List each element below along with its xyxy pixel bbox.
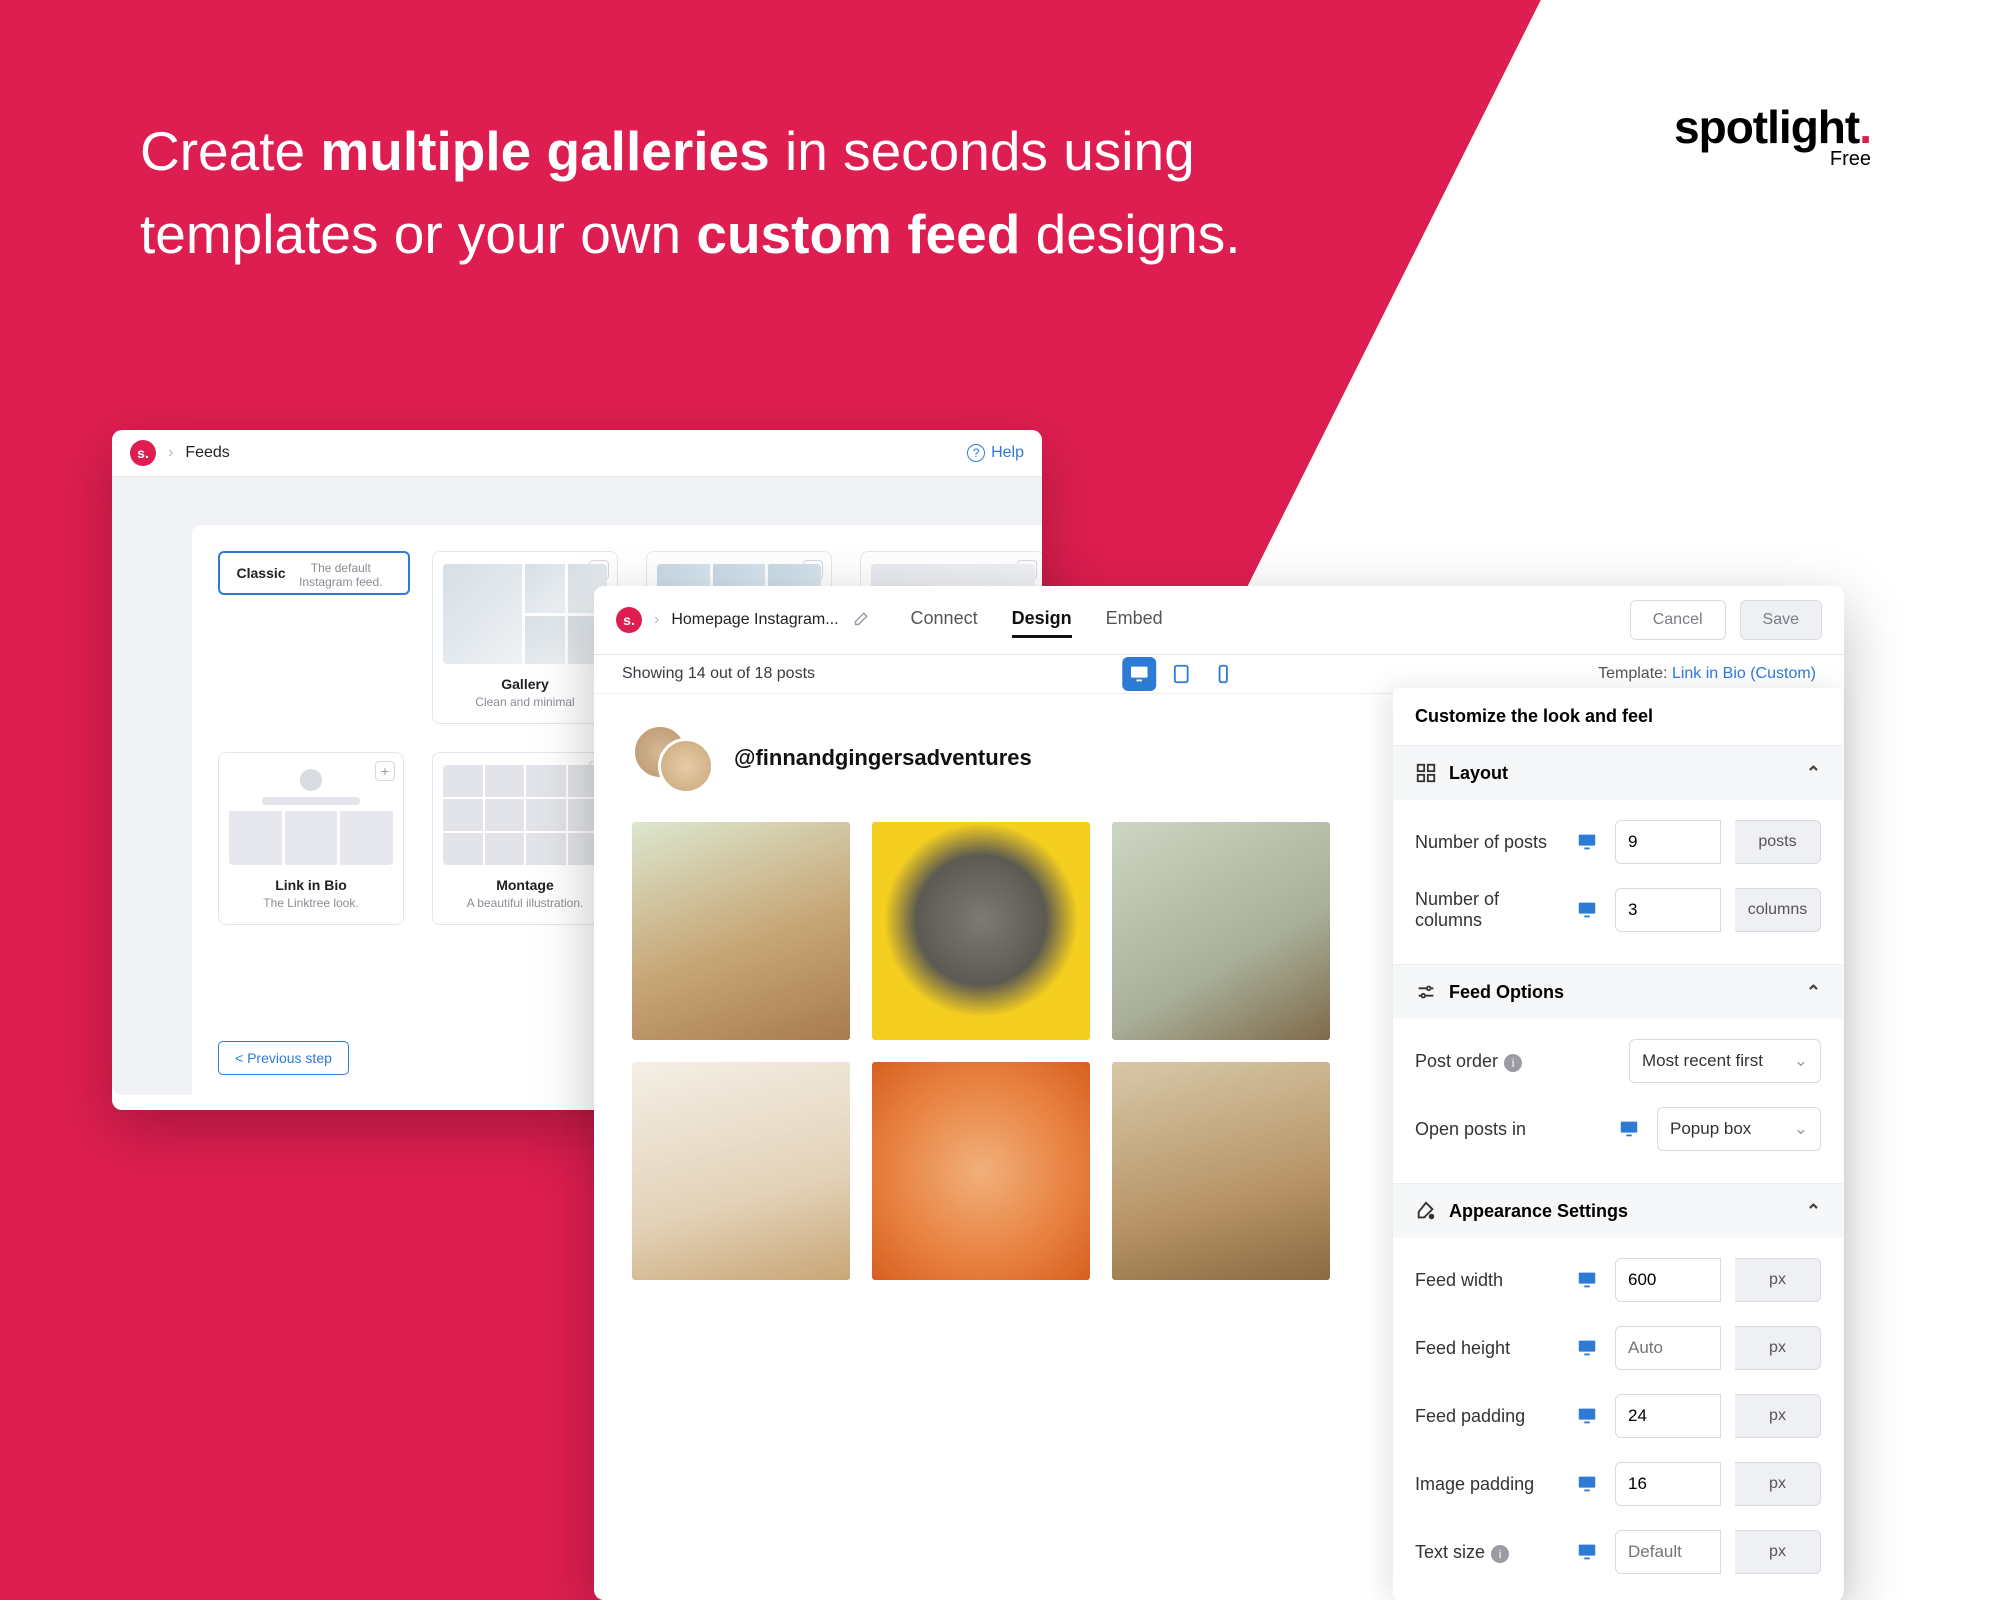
- template-link[interactable]: Link in Bio (Custom): [1672, 665, 1816, 682]
- help-icon: ?: [967, 444, 985, 462]
- chevron-down-icon: ⌄: [1794, 1119, 1808, 1139]
- post-order-select[interactable]: Most recent first⌄: [1629, 1039, 1821, 1083]
- chevron-right-icon: ›: [654, 611, 659, 629]
- info-icon[interactable]: i: [1504, 1054, 1522, 1072]
- desktop-icon: [1573, 1337, 1601, 1359]
- px-unit: px: [1735, 1326, 1821, 1370]
- desktop-icon: [1573, 1269, 1601, 1291]
- feed-post[interactable]: [632, 1062, 850, 1280]
- brand-name: spotlight: [1674, 101, 1859, 153]
- columns-count-input[interactable]: [1615, 888, 1721, 932]
- help-link[interactable]: ?Help: [967, 444, 1024, 462]
- headline-segment: designs.: [1020, 203, 1240, 265]
- tab-embed[interactable]: Embed: [1106, 602, 1163, 638]
- settings-sidebar: Customize the look and feel Layout ⌃ Num…: [1393, 688, 1843, 1600]
- open-posts-label: Open posts in: [1415, 1119, 1601, 1140]
- brand-dot: .: [1859, 101, 1871, 153]
- app-logo-icon: s.: [616, 607, 642, 633]
- px-unit: px: [1735, 1462, 1821, 1506]
- post-count-text: Showing 14 out of 18 posts: [622, 665, 815, 683]
- desktop-icon: [1573, 1473, 1601, 1495]
- px-unit: px: [1735, 1394, 1821, 1438]
- settings-title: Customize the look and feel: [1393, 688, 1843, 746]
- account-avatar: [632, 724, 712, 792]
- columns-unit: columns: [1735, 888, 1821, 932]
- template card-link-in-bio[interactable]: + Link in Bio The Linktree look.: [218, 752, 404, 925]
- feed-height-label: Feed height: [1415, 1338, 1559, 1359]
- device-mobile-button[interactable]: [1206, 657, 1240, 691]
- text-size-label: Text size: [1415, 1542, 1485, 1562]
- desktop-icon: [1615, 1118, 1643, 1140]
- feed-width-input[interactable]: [1615, 1258, 1721, 1302]
- cancel-button[interactable]: Cancel: [1630, 600, 1726, 640]
- desktop-icon: [1573, 1405, 1601, 1427]
- feed-padding-input[interactable]: [1615, 1394, 1721, 1438]
- feed-width-label: Feed width: [1415, 1270, 1559, 1291]
- template-card-montage[interactable]: + Montage A beautiful illustration.: [432, 752, 618, 925]
- section-header-appearance[interactable]: Appearance Settings ⌃: [1393, 1184, 1843, 1238]
- chevron-right-icon: ›: [168, 444, 173, 462]
- feed-post[interactable]: [632, 822, 850, 1040]
- section-header-feed-options[interactable]: Feed Options ⌃: [1393, 965, 1843, 1019]
- posts-unit: posts: [1735, 820, 1821, 864]
- marketing-headline: Create multiple galleries in seconds usi…: [140, 110, 1301, 275]
- account-handle: @finnandgingersadventures: [734, 745, 1032, 771]
- previous-step-button[interactable]: < Previous step: [218, 1041, 349, 1075]
- desktop-icon: [1573, 831, 1601, 853]
- pencil-icon[interactable]: [851, 611, 869, 629]
- device-desktop-button[interactable]: [1122, 657, 1156, 691]
- headline-bold: multiple galleries: [320, 120, 769, 182]
- layout-icon: [1415, 762, 1437, 784]
- app-logo-icon: s.: [130, 440, 156, 466]
- text-size-input[interactable]: [1615, 1530, 1721, 1574]
- paint-icon: [1415, 1200, 1437, 1222]
- desktop-icon: [1573, 899, 1601, 921]
- sliders-icon: [1415, 981, 1437, 1003]
- feed-post[interactable]: [872, 1062, 1090, 1280]
- image-padding-label: Image padding: [1415, 1474, 1559, 1495]
- open-posts-select[interactable]: Popup box⌄: [1657, 1107, 1821, 1151]
- chevron-up-icon: ⌃: [1806, 763, 1821, 784]
- section-header-layout[interactable]: Layout ⌃: [1393, 746, 1843, 800]
- brand-logo: spotlight. Free: [1674, 100, 1871, 171]
- info-icon[interactable]: i: [1491, 1545, 1509, 1563]
- image-padding-input[interactable]: [1615, 1462, 1721, 1506]
- headline-segment: Create: [140, 120, 320, 182]
- posts-count-label: Number of posts: [1415, 832, 1559, 853]
- px-unit: px: [1735, 1530, 1821, 1574]
- chevron-up-icon: ⌃: [1806, 1201, 1821, 1222]
- posts-count-input[interactable]: [1615, 820, 1721, 864]
- tab-connect[interactable]: Connect: [911, 602, 978, 638]
- feed-name[interactable]: Homepage Instagram...: [671, 611, 838, 629]
- feed-padding-label: Feed padding: [1415, 1406, 1559, 1427]
- post-order-label: Post order: [1415, 1051, 1498, 1071]
- breadcrumb[interactable]: Feeds: [185, 444, 229, 462]
- template-card-gallery[interactable]: + Gallery Clean and minimal: [432, 551, 618, 724]
- px-unit: px: [1735, 1258, 1821, 1302]
- template-card-classic[interactable]: Classic The default Instagram feed.: [218, 551, 410, 595]
- feed-post[interactable]: [1112, 1062, 1330, 1280]
- chevron-down-icon: ⌄: [1794, 1051, 1808, 1071]
- feed-height-input[interactable]: [1615, 1326, 1721, 1370]
- feed-post[interactable]: [872, 822, 1090, 1040]
- device-tablet-button[interactable]: [1164, 657, 1198, 691]
- desktop-icon: [1573, 1541, 1601, 1563]
- template-label: Template:: [1598, 665, 1667, 682]
- feed-post[interactable]: [1112, 822, 1330, 1040]
- columns-count-label: Number of columns: [1415, 889, 1559, 931]
- tab-design[interactable]: Design: [1012, 602, 1072, 638]
- save-button[interactable]: Save: [1740, 600, 1822, 640]
- chevron-up-icon: ⌃: [1806, 982, 1821, 1003]
- headline-bold: custom feed: [696, 203, 1020, 265]
